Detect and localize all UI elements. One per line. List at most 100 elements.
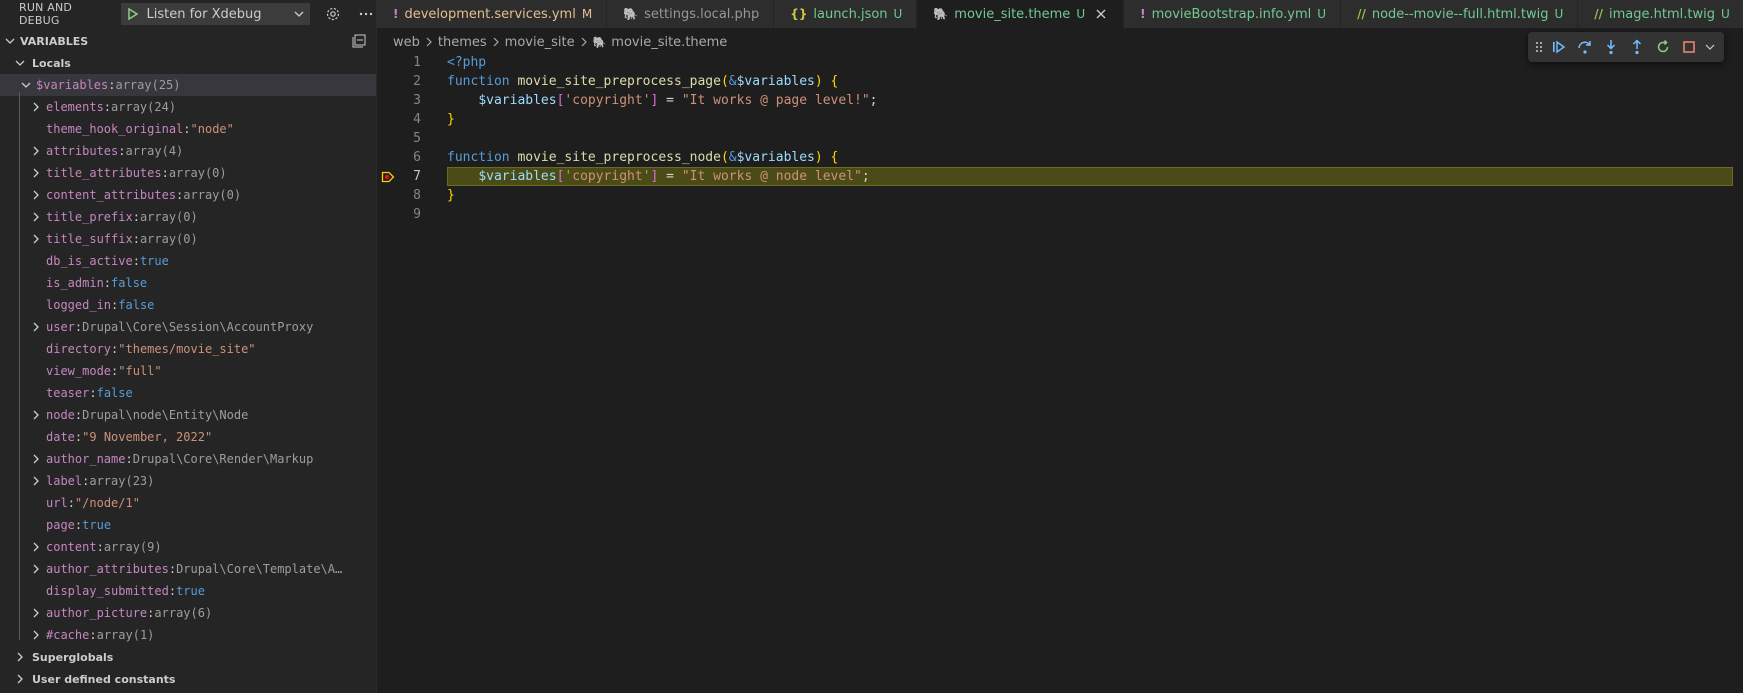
chevron-down-icon[interactable] [1704,36,1716,58]
play-icon[interactable] [126,7,140,21]
editor-tab[interactable]: {} launch.json U [774,0,918,28]
variable-row[interactable]: author_picture: array(6) [0,602,376,624]
variables-section-header[interactable]: VARIABLES [0,30,376,52]
variable-value: array(23) [89,474,155,488]
code-line[interactable]: 7 $variables['copyright'] = "It works @ … [377,167,1743,186]
chevron-down-icon [293,8,305,20]
variable-colon: : [67,496,75,510]
variable-row[interactable]: author_attributes: Drupal\Core\Template\… [0,558,376,580]
variable-row[interactable]: title_prefix: array(0) [0,206,376,228]
variable-row[interactable]: page: true [0,514,376,536]
variable-value: array(0) [168,166,227,180]
code-line[interactable]: 5 [377,129,1743,148]
variable-row[interactable]: theme_hook_original: "node" [0,118,376,140]
code-token: ; [861,169,870,184]
code-line[interactable]: 3 $variables['copyright'] = "It works @ … [377,91,1743,110]
more-actions-icon[interactable] [355,3,376,25]
variable-row[interactable]: user: Drupal\Core\Session\AccountProxy [0,316,376,338]
scope-superglobals[interactable]: Superglobals [0,646,376,668]
variable-row[interactable]: view_mode: "full" [0,360,376,382]
variable-row-root[interactable]: $variables: array(25) [0,74,376,96]
breadcrumb-item[interactable]: web [393,35,420,50]
variable-row[interactable]: elements: array(24) [0,96,376,118]
chevron-right-icon [28,539,44,555]
tab-label: settings.local.php [644,6,760,22]
variable-value: array(4) [125,144,184,158]
code-token: { [830,150,839,165]
variable-value: "themes/movie_site" [118,342,256,356]
launch-config-select[interactable]: Listen for Xdebug [121,3,311,25]
line-number: 1 [413,55,421,70]
variable-name: db_is_active [46,254,133,268]
git-status-badge: U [893,7,903,21]
code-token: & [728,150,737,165]
code-editor[interactable]: 1 <?php 2 function movie_site_preprocess_pa… [377,53,1743,693]
step-out-icon[interactable] [1626,36,1648,58]
breadcrumb-item[interactable]: themes [438,35,487,50]
variable-colon: : [74,430,83,444]
editor-tab[interactable]: ! development.services.yml M [377,0,608,28]
collapse-all-icon[interactable] [352,34,368,48]
variable-row[interactable]: display_submitted: true [0,580,376,602]
breadcrumb-item[interactable]: movie_site.theme [611,35,727,50]
variable-row[interactable]: db_is_active: true [0,250,376,272]
code-token: ) [814,74,823,89]
editor-tab[interactable]: ! movieBootstrap.info.yml U [1124,0,1342,28]
code-text: function movie_site_preprocess_node(&$va… [447,150,838,165]
drag-handle-icon[interactable] [1534,36,1544,58]
editor-tab[interactable]: // image.html.twig U [1578,0,1743,28]
variable-row[interactable]: title_suffix: array(0) [0,228,376,250]
variable-value: false [118,298,155,312]
variable-row[interactable]: content: array(9) [0,536,376,558]
code-line[interactable]: 2 function movie_site_preprocess_page(&$v… [377,72,1743,91]
code-line[interactable]: 8} [377,186,1743,205]
variable-row[interactable]: teaser: false [0,382,376,404]
editor-tab[interactable]: // node--movie--full.html.twig U [1341,0,1579,28]
breadcrumb-item[interactable]: movie_site [505,35,575,50]
chevron-right-icon [425,37,433,47]
variable-value: array(24) [111,100,177,114]
variable-colon: : [111,364,119,378]
variable-row[interactable]: url: "/node/1" [0,492,376,514]
scope-user-constants[interactable]: User defined constants [0,668,376,690]
variable-row[interactable]: attributes: array(4) [0,140,376,162]
step-over-icon[interactable] [1574,36,1596,58]
editor-tab[interactable]: 🐘 settings.local.php [607,0,775,28]
variable-row[interactable]: is_admin: false [0,272,376,294]
code-line[interactable]: 6 function movie_site_preprocess_node(&$v… [377,148,1743,167]
breakpoint-stopped-icon[interactable] [381,170,395,184]
step-into-icon[interactable] [1600,36,1622,58]
close-icon[interactable] [1093,6,1109,22]
gear-icon[interactable] [322,3,343,25]
code-line[interactable]: 9 [377,205,1743,224]
variable-name: date [46,430,75,444]
code-line[interactable]: 4} [377,110,1743,129]
variable-row[interactable]: #cache: array(1) [0,624,376,646]
restart-icon[interactable] [1652,36,1674,58]
variable-row[interactable]: node: Drupal\node\Entity\Node [0,404,376,426]
line-number: 4 [413,112,421,127]
stop-icon[interactable] [1678,36,1700,58]
continue-icon[interactable] [1548,36,1570,58]
scope-locals[interactable]: Locals [0,52,376,74]
variable-colon: : [96,540,104,554]
variable-colon: : [74,408,83,422]
variable-row[interactable]: author_name: Drupal\Core\Render\Markup [0,448,376,470]
variable-colon: : [147,606,155,620]
variable-row[interactable]: directory: "themes/movie_site" [0,338,376,360]
variable-row[interactable]: content_attributes: array(0) [0,184,376,206]
tab-label: development.services.yml [404,6,576,22]
debug-toolbar-top: RUN AND DEBUG Listen for Xdebug [0,0,376,28]
editor-tab[interactable]: 🐘 movie_site.theme U [917,0,1125,28]
code-token: $variables [736,150,815,165]
tab-label: movieBootstrap.info.yml [1151,6,1312,22]
variable-row[interactable]: logged_in: false [0,294,376,316]
variable-row[interactable]: label: array(23) [0,470,376,492]
variable-colon: : [89,628,97,642]
variable-row[interactable]: date: "9 November, 2022" [0,426,376,448]
variable-value: array(0) [183,188,242,202]
code-token: ( [720,150,729,165]
variable-row[interactable]: title_attributes: array(0) [0,162,376,184]
